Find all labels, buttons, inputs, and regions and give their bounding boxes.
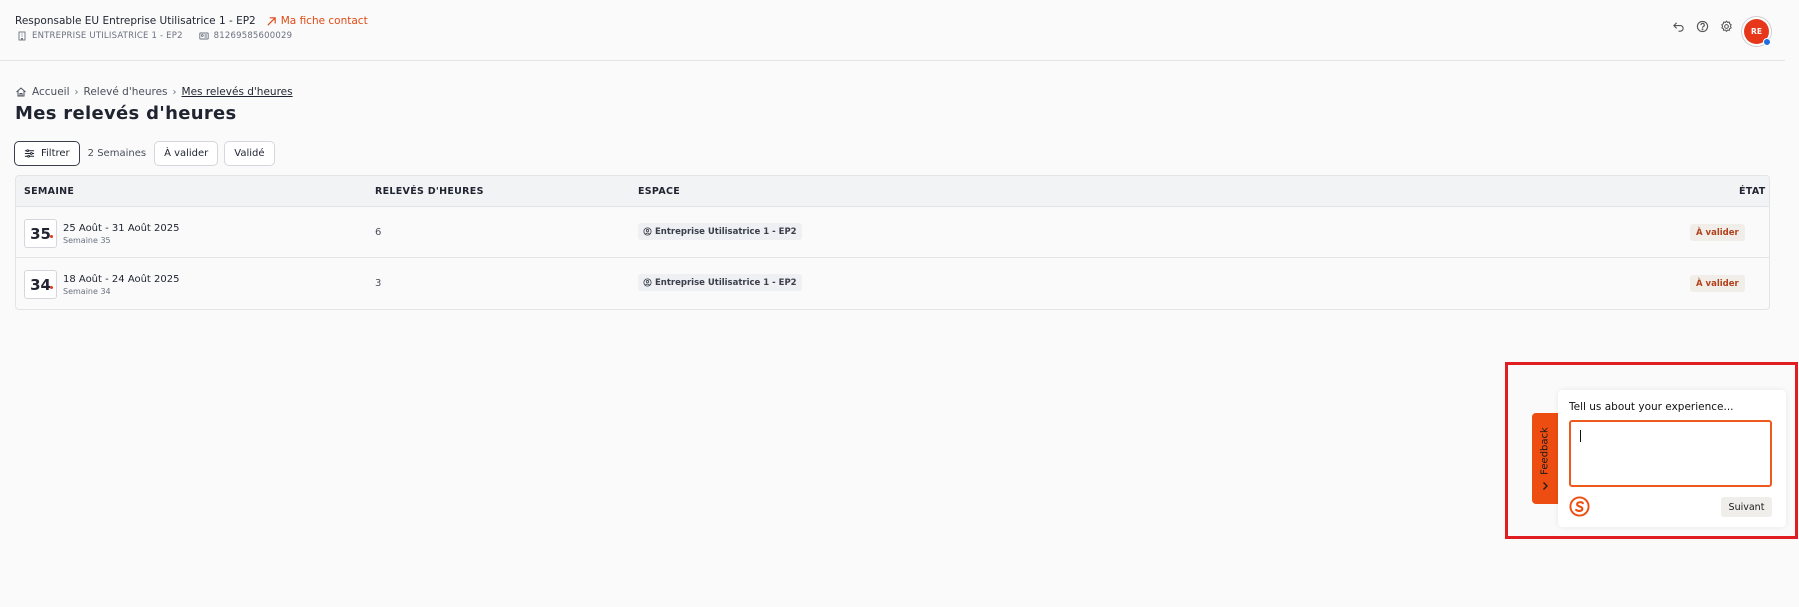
help-icon[interactable] [1694, 18, 1710, 34]
page-title: Mes relevés d'heures [15, 103, 237, 124]
sliders-icon [24, 149, 35, 158]
brand-logo-icon [1569, 496, 1590, 517]
feedback-question: Tell us about your experience... [1569, 401, 1734, 413]
week-number-box: 34 [24, 270, 57, 299]
chevron-right-icon: › [74, 86, 79, 98]
undo-icon[interactable] [1670, 18, 1686, 34]
filter-button[interactable]: Filtrer [14, 141, 80, 166]
week-number-box: 35 [24, 219, 57, 248]
space-badge: Entreprise Utilisatrice 1 - EP2 [638, 223, 802, 240]
avatar-initials: RE [1751, 27, 1762, 36]
status-badge: À valider [1690, 275, 1745, 292]
siret-number: 81269585600029 [213, 31, 293, 41]
week-number: 35 [30, 224, 51, 243]
filter-bar: Filtrer 2 Semaines À valider Validé [14, 141, 275, 166]
breadcrumb: Accueil › Relevé d'heures › Mes relevés … [15, 86, 293, 98]
week-label: Semaine 34 [63, 287, 111, 296]
space-badge: Entreprise Utilisatrice 1 - EP2 [638, 274, 802, 291]
status-badge: À valider [1690, 224, 1745, 241]
column-header-state[interactable]: ÉTAT [1739, 186, 1766, 197]
text-cursor [1580, 430, 1581, 442]
avatar[interactable]: RE [1744, 19, 1771, 46]
company-name: ENTREPRISE UTILISATRICE 1 - EP2 [32, 31, 183, 41]
timesheet-count: 6 [375, 227, 382, 238]
feedback-panel: Tell us about your experience... Suivant [1558, 390, 1786, 527]
feedback-input[interactable] [1569, 420, 1772, 487]
status-dot [1763, 38, 1771, 46]
company-meta: ENTREPRISE UTILISATRICE 1 - EP2 81269585… [17, 31, 292, 41]
status-dot [50, 235, 53, 238]
timesheets-table: SEMAINE RELEVÉS D'HEURES ESPACE ÉTAT 35 … [15, 175, 1770, 310]
breadcrumb-home[interactable]: Accueil [32, 86, 70, 98]
table-row[interactable]: 35 25 Août - 31 Août 2025 Semaine 35 6 E… [16, 207, 1769, 258]
space-icon [643, 227, 652, 236]
id-card-icon [199, 32, 209, 40]
week-range: 18 Août - 24 Août 2025 [63, 274, 180, 285]
results-count: 2 Semaines [87, 148, 147, 159]
chevron-right-icon[interactable] [1539, 480, 1551, 492]
filter-chip-validated[interactable]: Validé [224, 141, 275, 166]
table-header: SEMAINE RELEVÉS D'HEURES ESPACE ÉTAT [16, 176, 1769, 207]
timesheet-count: 3 [375, 278, 382, 289]
top-actions [1670, 18, 1734, 34]
week-range: 25 Août - 31 Août 2025 [63, 223, 180, 234]
home-icon [16, 87, 26, 97]
breadcrumb-parent[interactable]: Relevé d'heures [84, 86, 168, 98]
contact-link-label: Ma fiche contact [280, 15, 368, 27]
filter-chip-to-validate[interactable]: À valider [154, 141, 219, 166]
top-bar: Responsable EU Entreprise Utilisatrice 1… [0, 0, 1785, 61]
week-number: 34 [30, 275, 51, 294]
space-name: Entreprise Utilisatrice 1 - EP2 [655, 277, 797, 288]
contact-link[interactable]: Ma fiche contact [266, 15, 368, 27]
breadcrumb-current[interactable]: Mes relevés d'heures [182, 86, 293, 98]
column-header-week[interactable]: SEMAINE [24, 186, 74, 197]
user-line: Responsable EU Entreprise Utilisatrice 1… [15, 15, 368, 27]
space-name: Entreprise Utilisatrice 1 - EP2 [655, 226, 797, 237]
settings-icon[interactable] [1718, 18, 1734, 34]
week-label: Semaine 35 [63, 236, 111, 245]
column-header-timesheets[interactable]: RELEVÉS D'HEURES [375, 186, 484, 197]
table-row[interactable]: 34 18 Août - 24 Août 2025 Semaine 34 3 E… [16, 258, 1769, 309]
arrow-up-right-icon [267, 16, 276, 26]
chevron-right-icon: › [172, 86, 177, 98]
user-title: Responsable EU Entreprise Utilisatrice 1… [15, 15, 256, 27]
column-header-space[interactable]: ESPACE [638, 186, 680, 197]
space-icon [643, 278, 652, 287]
next-button[interactable]: Suivant [1721, 497, 1772, 517]
feedback-tab-label: Feedback [1539, 427, 1551, 475]
status-dot [50, 286, 53, 289]
building-icon [18, 31, 26, 41]
filter-button-label: Filtrer [41, 148, 70, 159]
